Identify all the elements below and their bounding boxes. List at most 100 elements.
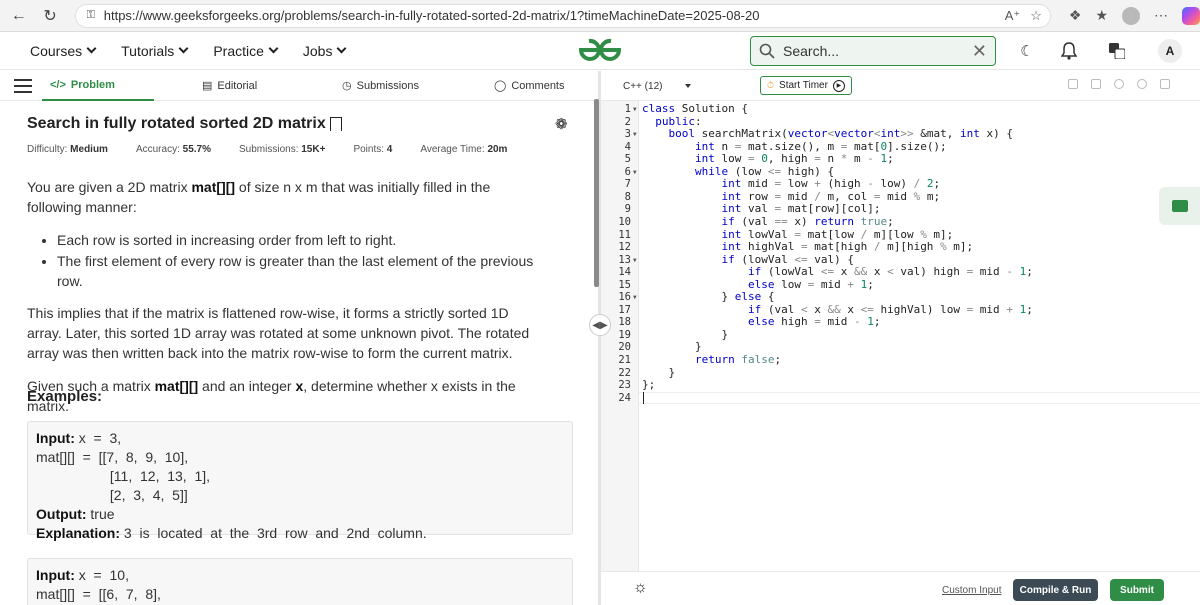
chevron-down-icon bbox=[268, 43, 279, 54]
close-icon[interactable]: ✕ bbox=[972, 41, 987, 62]
editor-toolbar: C++ (12) ⏱ Start Timer ▶ bbox=[601, 71, 1200, 101]
user-avatar[interactable]: A bbox=[1158, 39, 1182, 63]
problem-tabs: </> Problem ▤ Editorial ◷ Submissions ◯ … bbox=[0, 71, 598, 101]
tab-submissions[interactable]: ◷ Submissions bbox=[342, 79, 419, 93]
nav-tutorials[interactable]: Tutorials bbox=[121, 42, 189, 59]
avg-time-meta: Average Time: 20m bbox=[420, 144, 508, 155]
tab-problem[interactable]: </> Problem bbox=[50, 79, 115, 91]
problem-title: Search in fully rotated sorted 2D matrix bbox=[27, 115, 342, 133]
language-select[interactable]: C++ (12) bbox=[617, 76, 697, 96]
chat-button[interactable] bbox=[1159, 187, 1200, 225]
accuracy-meta: Accuracy: 55.7% bbox=[135, 144, 211, 155]
notification-bell-icon[interactable] bbox=[1058, 40, 1080, 62]
copilot-icon[interactable] bbox=[1182, 6, 1200, 25]
example-1: Input: x = 3, mat[][] = [[7, 8, 9, 10], … bbox=[27, 421, 573, 541]
site-search[interactable]: ✕ bbox=[750, 36, 996, 66]
line-number: 23 bbox=[618, 379, 631, 392]
copy-icon[interactable] bbox=[1068, 79, 1078, 89]
nav-courses-label: Courses bbox=[30, 42, 83, 59]
site-header: Courses Tutorials Practice Jobs ✕ ☾ A bbox=[0, 32, 1200, 70]
active-tab-indicator bbox=[42, 99, 154, 101]
nav-practice[interactable]: Practice bbox=[213, 42, 279, 59]
line-number: 21 bbox=[618, 354, 631, 366]
tab-editorial-label: Editorial bbox=[217, 79, 258, 92]
lightbulb-icon[interactable]: ☼ bbox=[633, 579, 648, 597]
reset-icon[interactable] bbox=[1137, 79, 1147, 89]
extensions-icon[interactable]: ❖ bbox=[1069, 7, 1082, 24]
line-number: 8 bbox=[624, 190, 631, 203]
tab-submissions-label: Submissions bbox=[356, 79, 419, 92]
description-paragraph: Given such a matrix mat[][] and an integ… bbox=[27, 378, 516, 414]
line-number: 14 bbox=[618, 266, 631, 279]
document-icon: ▤ bbox=[202, 80, 213, 92]
site-info-icon[interactable]: ⚿ bbox=[84, 9, 98, 23]
line-number: 5 bbox=[624, 153, 631, 166]
line-number: 10 bbox=[618, 215, 631, 228]
line-number: 7 bbox=[624, 178, 631, 191]
nav-tutorials-label: Tutorials bbox=[121, 42, 175, 59]
difficulty-meta: Difficulty: Medium bbox=[27, 144, 108, 155]
favorite-star-icon[interactable]: ☆ bbox=[1030, 8, 1042, 24]
address-bar[interactable]: ⚿ https://www.geeksforgeeks.org/problems… bbox=[74, 3, 1051, 28]
line-number: 24 bbox=[618, 391, 631, 404]
examples-heading: Examples: bbox=[27, 388, 103, 405]
tab-problem-label: Problem bbox=[70, 79, 115, 91]
compile-run-button[interactable]: Compile & Run bbox=[1013, 579, 1098, 601]
nav-practice-label: Practice bbox=[213, 42, 264, 59]
fold-arrow-icon[interactable]: ▼ bbox=[633, 257, 637, 264]
favorites-icon[interactable]: ★ bbox=[1095, 7, 1108, 24]
tab-editorial[interactable]: ▤ Editorial bbox=[202, 79, 258, 93]
report-bug-icon[interactable]: ❁ bbox=[555, 115, 568, 133]
dark-mode-moon-icon[interactable]: ☾ bbox=[1016, 40, 1038, 62]
fold-arrow-icon[interactable]: ▼ bbox=[633, 169, 637, 176]
line-number: 20 bbox=[618, 341, 631, 354]
more-menu-icon[interactable]: ⋯ bbox=[1154, 7, 1168, 24]
example-2: Input: x = 10, mat[][] = [[6, 7, 8], bbox=[27, 558, 573, 605]
left-panel-scrollbar[interactable] bbox=[594, 99, 599, 287]
back-arrow-icon[interactable]: ← bbox=[6, 3, 31, 29]
points-meta: Points: 4 bbox=[353, 144, 393, 155]
line-number: 1 bbox=[624, 103, 631, 115]
list-item: The first element of every row is greate… bbox=[57, 251, 547, 291]
resize-handle-icon[interactable]: ◀▶ bbox=[589, 314, 611, 336]
code-editor[interactable]: 1 ▼ class Solution {2 public: 3 ▼ bool searc… bbox=[601, 101, 1200, 571]
nav-jobs-label: Jobs bbox=[302, 42, 333, 59]
search-input[interactable] bbox=[783, 43, 972, 59]
hamburger-menu-icon[interactable] bbox=[14, 75, 32, 97]
code-line: int highVal = mat[high / m][high % m]; bbox=[721, 240, 974, 254]
fullscreen-icon[interactable] bbox=[1160, 79, 1170, 89]
gfg-logo[interactable] bbox=[575, 35, 625, 65]
timer-icon: ⏱ bbox=[767, 80, 775, 90]
rules-list: Each row is sorted in increasing order f… bbox=[57, 230, 547, 291]
line-number: 17 bbox=[618, 303, 631, 316]
line-number: 2 bbox=[624, 115, 631, 128]
nav-jobs[interactable]: Jobs bbox=[302, 42, 347, 59]
editor-tools bbox=[1068, 79, 1170, 89]
fold-arrow-icon[interactable]: ▼ bbox=[633, 131, 637, 138]
settings-gear-icon[interactable] bbox=[1114, 79, 1124, 89]
play-icon: ▶ bbox=[832, 79, 845, 92]
start-timer-button[interactable]: ⏱ Start Timer ▶ bbox=[760, 76, 852, 95]
nav-courses[interactable]: Courses bbox=[30, 42, 97, 59]
submit-button[interactable]: Submit bbox=[1110, 579, 1164, 601]
clock-icon: ◷ bbox=[342, 80, 352, 92]
line-number: 12 bbox=[618, 241, 631, 254]
paste-icon[interactable] bbox=[1091, 79, 1101, 89]
code-line: }; bbox=[642, 378, 656, 392]
fold-arrow-icon[interactable]: ▼ bbox=[633, 106, 637, 113]
read-aloud-icon[interactable]: A⁺ bbox=[1005, 8, 1021, 24]
url-text[interactable]: https://www.geeksforgeeks.org/problems/s… bbox=[104, 8, 1005, 23]
problem-title-text: Search in fully rotated sorted 2D matrix bbox=[27, 115, 326, 132]
custom-input-link[interactable]: Custom Input bbox=[942, 585, 1001, 596]
start-timer-label: Start Timer bbox=[779, 80, 828, 91]
comment-bubble-icon: ◯ bbox=[494, 80, 507, 92]
reload-icon[interactable]: ↻ bbox=[37, 3, 62, 29]
bookmark-icon[interactable] bbox=[329, 117, 342, 131]
fold-arrow-icon[interactable]: ▼ bbox=[633, 294, 637, 301]
translate-icon[interactable] bbox=[1106, 40, 1128, 62]
submissions-meta: Submissions: 15K+ bbox=[239, 144, 326, 155]
browser-profile-icon[interactable] bbox=[1122, 6, 1141, 25]
problem-description: You are given a 2D matrix mat[][] of siz… bbox=[27, 177, 547, 429]
text-cursor bbox=[643, 391, 644, 404]
tab-comments[interactable]: ◯ Comments bbox=[494, 79, 565, 93]
